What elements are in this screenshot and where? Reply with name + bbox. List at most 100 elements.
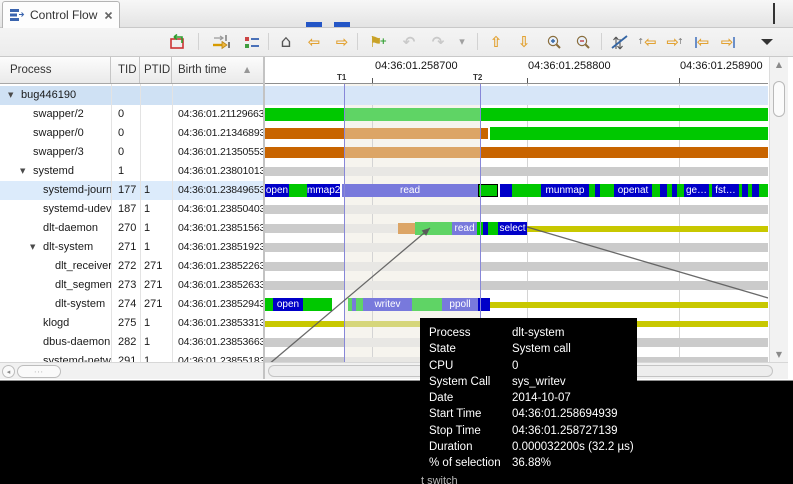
state-segment-ppoll[interactable]: ppoll <box>442 298 478 311</box>
process-tree-row[interactable]: swapper/2004:36:01.211296639 <box>0 105 263 124</box>
timeline-row[interactable] <box>265 257 768 276</box>
state-segment-munmap[interactable]: munmap <box>541 184 589 197</box>
state-segment[interactable] <box>265 147 344 158</box>
process-tree-row[interactable]: systemd-network291104:36:01.238551839 <box>0 352 263 362</box>
column-header-process[interactable]: Process <box>0 57 111 83</box>
previous-event-icon[interactable]: ↑⇦ <box>636 31 660 53</box>
timeline-row[interactable] <box>265 86 768 105</box>
state-segment[interactable] <box>480 167 768 176</box>
state-segment[interactable] <box>480 205 768 214</box>
scroll-down-icon[interactable]: ▼ <box>770 350 788 359</box>
state-segment[interactable] <box>265 167 344 176</box>
next-event-icon[interactable]: ⇨↑ <box>663 31 687 53</box>
expand-triangle-icon[interactable]: ▼ <box>30 238 43 257</box>
state-segment-fst[interactable]: fst… <box>712 184 739 197</box>
state-segment[interactable] <box>265 108 344 121</box>
maximize-view-icon[interactable] <box>773 6 775 20</box>
process-tree-row[interactable]: dlt_receiver27227104:36:01.238522639 <box>0 257 263 276</box>
column-header-tid[interactable]: TID <box>111 57 140 83</box>
state-segment[interactable] <box>344 243 480 252</box>
scroll-up-icon[interactable]: ▲ <box>770 60 788 69</box>
go-to-end-icon[interactable]: ⇨ <box>716 31 740 53</box>
state-segment[interactable] <box>344 205 480 214</box>
state-segment[interactable] <box>480 262 768 271</box>
state-segment[interactable] <box>480 281 768 290</box>
state-segment[interactable] <box>677 184 684 197</box>
timeline-row[interactable] <box>265 276 768 295</box>
timeline-row[interactable] <box>265 124 768 143</box>
previous-window-icon[interactable]: ⇦ <box>302 31 326 53</box>
state-segment[interactable] <box>344 281 480 290</box>
state-segment[interactable] <box>478 184 498 197</box>
tab-control-flow[interactable]: Control Flow <box>2 1 120 28</box>
timeline-row[interactable] <box>265 143 768 162</box>
tree-horizontal-scrollbar[interactable]: ◂ ∙∙∙ <box>0 362 263 379</box>
hide-arrows-icon[interactable] <box>608 31 632 53</box>
previous-marker-icon[interactable]: ↶ <box>397 31 421 53</box>
go-to-start-icon[interactable]: ⇦ <box>690 31 714 53</box>
show-legend-icon[interactable] <box>240 31 264 53</box>
process-tree-row[interactable]: dlt_segmented27327104:36:01.238526339 <box>0 276 263 295</box>
vertical-scrollbar[interactable]: ▲ ▼ <box>769 57 788 362</box>
process-tree-row[interactable]: ▼bug446190 <box>0 86 263 105</box>
timeline-row[interactable]: read select <box>265 219 768 238</box>
state-segment-writev[interactable]: writev <box>363 298 412 311</box>
state-segment[interactable] <box>480 128 488 139</box>
state-segment[interactable] <box>344 147 480 158</box>
process-tree-row[interactable]: ▼dlt-system271104:36:01.238519239 <box>0 238 263 257</box>
state-segment[interactable] <box>600 184 614 197</box>
vertical-scrollbar-thumb[interactable] <box>773 81 785 117</box>
state-segment[interactable] <box>303 298 332 311</box>
state-segment[interactable] <box>652 184 660 197</box>
state-segment[interactable] <box>490 302 768 308</box>
tab-close-icon[interactable] <box>104 11 113 20</box>
timeline-row[interactable] <box>265 162 768 181</box>
process-tree-row[interactable]: klogd275104:36:01.238533139 <box>0 314 263 333</box>
process-tree-row[interactable]: swapper/3004:36:01.213505539 <box>0 143 263 162</box>
move-down-icon[interactable]: ⇩ <box>512 31 536 53</box>
next-marker-icon[interactable]: ↷ <box>426 31 450 53</box>
state-segment[interactable] <box>415 222 452 235</box>
expand-triangle-icon[interactable]: ▼ <box>20 162 33 181</box>
state-segment[interactable] <box>265 224 344 233</box>
state-segment[interactable] <box>512 184 541 197</box>
state-segment[interactable] <box>344 224 398 233</box>
state-segment-read[interactable]: read <box>452 222 477 235</box>
tree-hscrollbar-thumb[interactable]: ∙∙∙ <box>17 365 61 378</box>
state-segment[interactable] <box>344 167 480 176</box>
zoom-out-icon[interactable] <box>571 31 595 53</box>
timeline-row[interactable] <box>265 238 768 257</box>
state-segment[interactable] <box>759 184 768 197</box>
state-segment[interactable] <box>344 262 480 271</box>
column-header-birth-time[interactable]: ▲Birth time <box>172 57 263 83</box>
state-segment[interactable] <box>480 243 768 252</box>
state-segment[interactable] <box>289 184 307 197</box>
timeline-row[interactable] <box>265 105 768 124</box>
state-segment[interactable] <box>527 226 768 232</box>
zoom-in-icon[interactable] <box>542 31 566 53</box>
state-segment[interactable] <box>412 298 442 311</box>
state-segment[interactable] <box>265 243 344 252</box>
state-segment-select[interactable]: select <box>498 222 527 235</box>
process-tree-row[interactable]: dlt-daemon270104:36:01.238515639 <box>0 219 263 238</box>
expand-triangle-icon[interactable]: ▼ <box>8 86 21 105</box>
state-segment[interactable] <box>265 281 344 290</box>
state-segment-mmap2[interactable]: mmap2 <box>307 184 340 197</box>
state-segment[interactable] <box>265 338 344 347</box>
column-header-ptid[interactable]: PTID <box>140 57 172 83</box>
process-tree-row[interactable]: ▼systemd104:36:01.238010139 <box>0 162 263 181</box>
view-menu-icon[interactable] <box>755 31 779 53</box>
process-tree-row[interactable]: systemd-udevd187104:36:01.238504039 <box>0 200 263 219</box>
state-segment[interactable] <box>660 184 667 197</box>
state-segment[interactable] <box>265 357 344 362</box>
time-axis[interactable]: 04:36:01.25870004:36:01.25880004:36:01.2… <box>265 57 768 84</box>
state-segment[interactable] <box>488 222 498 235</box>
timeline-row[interactable]: openwritevppoll <box>265 295 768 314</box>
state-segment-openat[interactable]: openat <box>614 184 652 197</box>
state-segment[interactable] <box>344 128 480 139</box>
scroll-left-icon[interactable]: ◂ <box>2 365 15 378</box>
state-segment[interactable] <box>265 128 344 139</box>
state-segment[interactable] <box>265 262 344 271</box>
state-segment[interactable] <box>344 108 480 121</box>
process-tree-row[interactable]: systemd-journal177104:36:01.238496539 <box>0 181 263 200</box>
